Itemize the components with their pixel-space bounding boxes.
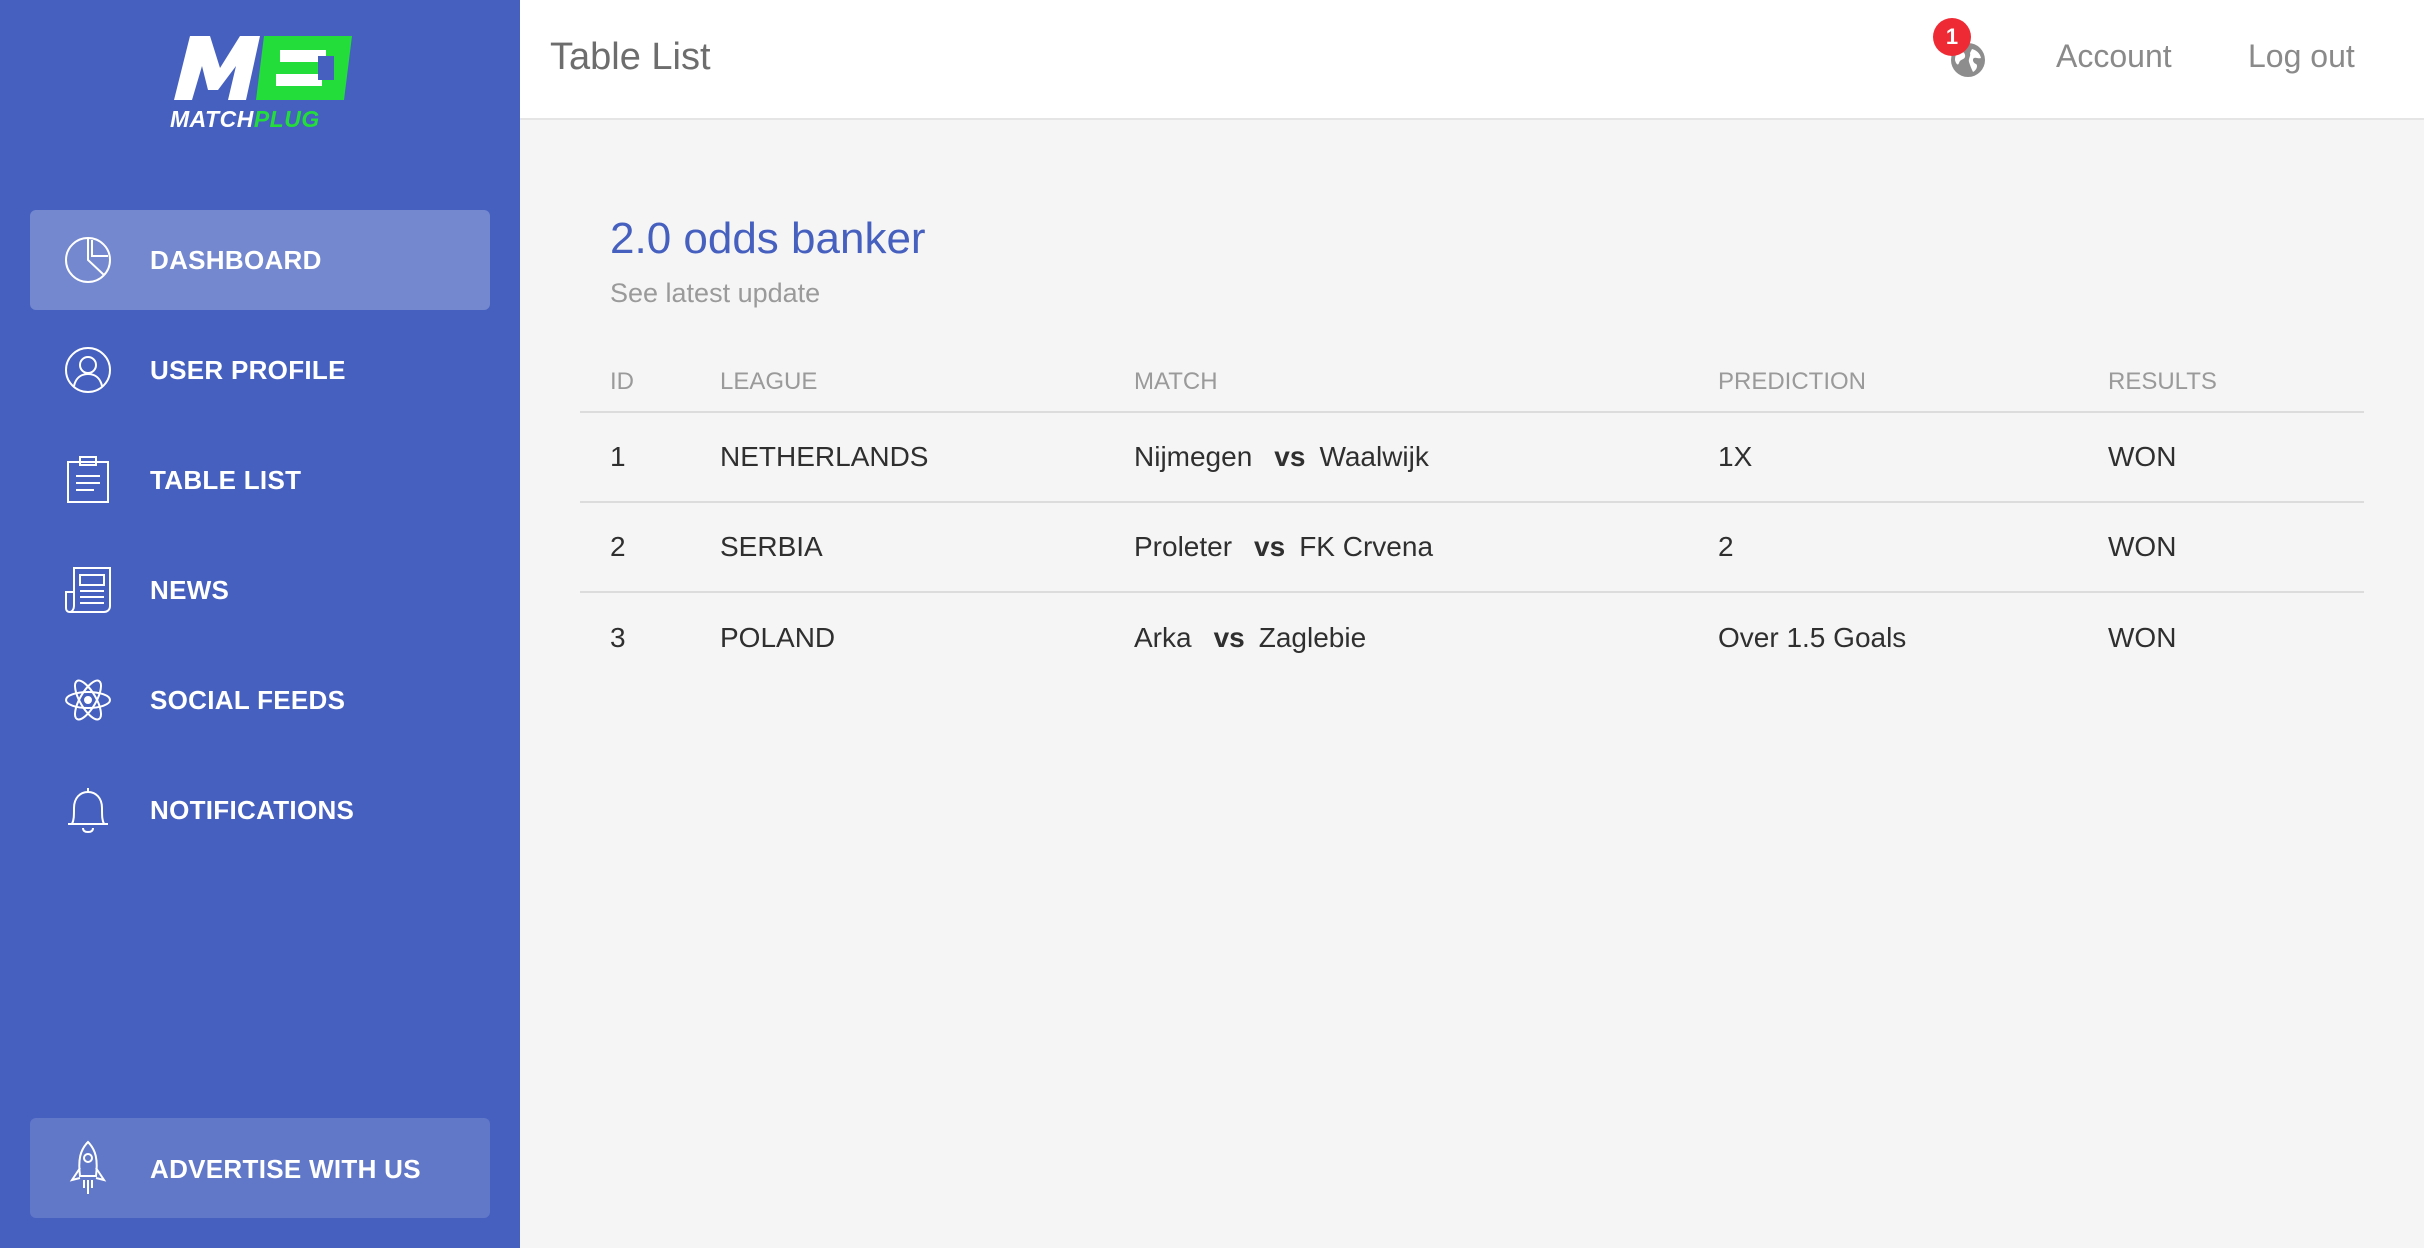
- cell-id: 3: [610, 621, 626, 653]
- cell-league: POLAND: [720, 621, 836, 653]
- notification-count-badge: 1: [1933, 18, 1971, 56]
- home-team: Arka: [1134, 621, 1192, 653]
- column-header-results: RESULTS: [2078, 352, 2364, 413]
- vs-label: vs: [1213, 621, 1245, 653]
- sidebar-item-dashboard[interactable]: DASHBOARD: [30, 210, 490, 310]
- cell-prediction: Over 1.5 Goals: [1718, 621, 1907, 653]
- column-header-prediction: PREDICTION: [1688, 352, 2078, 413]
- column-header-match: MATCH: [1104, 352, 1688, 413]
- home-team: Nijmegen: [1134, 441, 1253, 472]
- cell-match: Arka vs Zaglebie: [1104, 592, 1688, 682]
- sidebar-nav: DASHBOARD USER PROFILE TABLE LIST NEWS S…: [30, 210, 490, 870]
- sidebar-item-label: USER PROFILE: [150, 354, 346, 385]
- home-team: Proleter: [1134, 531, 1233, 562]
- account-link[interactable]: Account: [2056, 38, 2172, 75]
- cell-match: Nijmegen vs Waalwijk: [1104, 412, 1688, 503]
- card-title: 2.0 odds banker: [610, 214, 926, 263]
- sidebar-item-notifications[interactable]: NOTIFICATIONS: [30, 760, 490, 860]
- card-subtitle: See latest update: [610, 278, 821, 308]
- cell-league: NETHERLANDS: [690, 412, 1104, 503]
- top-bar: Table List 1 Account Log out: [520, 0, 2424, 120]
- sidebar-item-label: DASHBOARD: [150, 244, 322, 275]
- rocket-icon: [69, 1140, 107, 1194]
- main-content: 2.0 odds banker See latest update ID LEA…: [520, 122, 2424, 1248]
- page-title: Table List: [550, 36, 711, 78]
- vs-label: vs: [1274, 441, 1306, 472]
- column-header-league: LEAGUE: [690, 352, 1104, 413]
- cell-prediction: 1X: [1688, 412, 2078, 503]
- user-circle-icon: [65, 347, 111, 393]
- clipboard-icon: [67, 456, 109, 503]
- newspaper-icon: [65, 567, 111, 613]
- bell-icon: [68, 788, 108, 834]
- cell-league: SERBIA: [690, 502, 1104, 593]
- column-header-id: ID: [580, 352, 690, 413]
- sidebar-item-label: NEWS: [150, 574, 230, 605]
- predictions-table: ID LEAGUE MATCH PREDICTION RESULTS 1 NET…: [580, 352, 2364, 682]
- sidebar-item-user-profile[interactable]: USER PROFILE: [30, 320, 490, 420]
- table-header-row: ID LEAGUE MATCH PREDICTION RESULTS: [580, 352, 2364, 413]
- sidebar-item-social-feeds[interactable]: SOCIAL FEEDS: [30, 650, 490, 750]
- sidebar-item-news[interactable]: NEWS: [30, 540, 490, 640]
- cell-result: WON: [2078, 502, 2364, 593]
- sidebar-item-label: NOTIFICATIONS: [150, 794, 355, 825]
- advertise-button[interactable]: ADVERTISE WITH US: [30, 1118, 490, 1218]
- cell-result: WON: [2108, 621, 2177, 653]
- logo-wordmark: MATCHPLUG: [170, 106, 320, 132]
- cell-id: 1: [580, 412, 690, 503]
- sidebar-item-label: SOCIAL FEEDS: [150, 684, 346, 715]
- advertise-label: ADVERTISE WITH US: [150, 1154, 421, 1184]
- cell-id: 2: [580, 502, 690, 593]
- table-row: 3 POLAND Arka vs Zaglebie Over 1.5 Goals W…: [580, 592, 2364, 682]
- table-row: 2 SERBIA Proleter vs FK Crvena 2 WON: [580, 502, 2364, 593]
- away-team: Waalwijk: [1319, 441, 1429, 472]
- pie-chart-icon: [65, 237, 111, 283]
- cell-match: Proleter vs FK Crvena: [1104, 502, 1688, 593]
- vs-label: vs: [1254, 531, 1286, 562]
- sidebar-item-table-list[interactable]: TABLE LIST: [30, 430, 490, 530]
- cell-result: WON: [2078, 412, 2364, 503]
- logout-link[interactable]: Log out: [2248, 38, 2355, 75]
- away-team: FK Crvena: [1299, 531, 1434, 562]
- atom-icon: [65, 679, 111, 721]
- table-row: 1 NETHERLANDS Nijmegen vs Waalwijk 1X WON: [580, 412, 2364, 503]
- away-team: Zaglebie: [1258, 621, 1367, 653]
- cell-prediction: 2: [1688, 502, 2078, 593]
- sidebar-item-label: TABLE LIST: [150, 464, 302, 495]
- sidebar: MATCHPLUG DASHBOARD USER PROFILE TABLE L…: [0, 0, 520, 1248]
